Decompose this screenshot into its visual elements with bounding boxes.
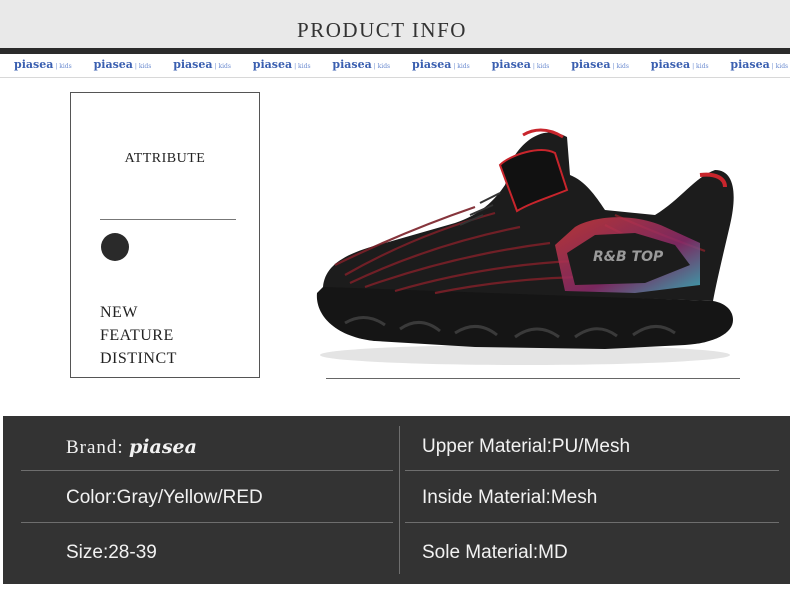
- spec-row-divider-left: [21, 470, 393, 471]
- brand-logo-text: piasea: [412, 58, 452, 71]
- spec-inside-material: Inside Material:Mesh: [422, 487, 598, 508]
- brand-logo-text: piasea: [252, 58, 293, 71]
- brand-logo-text: piasea: [730, 58, 770, 71]
- sneaker-print-text: R&B TOP: [593, 249, 664, 265]
- brand-logo-repeat: piasea | kids: [730, 58, 788, 71]
- brand-logo-repeat: piasea | kids: [651, 58, 709, 71]
- attribute-label: ATTRIBUTE: [124, 151, 206, 166]
- brand-logo-repeat: piasea | kids: [332, 58, 390, 71]
- header-band: PRODUCT INFO: [0, 0, 790, 48]
- brand-logo: piasea: [129, 436, 197, 458]
- brand-logo-suffix: | kids: [692, 63, 709, 70]
- spec-row-divider-left-2: [21, 522, 393, 523]
- brand-logo-suffix: | kids: [771, 63, 789, 70]
- spec-column-divider: [399, 426, 400, 574]
- feature-feature: FEATURE: [100, 327, 174, 344]
- brand-logo-text: piasea: [93, 58, 133, 71]
- feature-new: NEW: [100, 304, 138, 321]
- attribute-divider: [100, 219, 236, 220]
- spec-table: Brand: piasea Color:Gray/Yellow/RED Size…: [3, 416, 790, 584]
- brand-logo-suffix: | kids: [55, 63, 72, 70]
- spec-row-divider-right-2: [405, 522, 779, 523]
- brand-logo-text: piasea: [14, 58, 54, 71]
- brand-logo-suffix: | kids: [532, 63, 550, 70]
- brand-logo-suffix: | kids: [214, 63, 231, 70]
- brand-logo-repeat: piasea | kids: [94, 58, 152, 71]
- brand-logo-repeat: piasea | kids: [571, 58, 629, 71]
- brand-logo-text: piasea: [571, 58, 611, 71]
- brand-logo-repeat: piasea | kids: [173, 58, 231, 71]
- header-divider-bar: [0, 48, 790, 54]
- brand-logo-repeat: piasea | kids: [14, 58, 72, 71]
- feature-list: NEW FEATURE DISTINCT: [100, 301, 177, 370]
- brand-logo-suffix: | kids: [134, 63, 152, 70]
- brand-logo-text: piasea: [491, 58, 531, 71]
- bullet-dot-icon: [101, 233, 129, 261]
- brand-logo-suffix: | kids: [373, 63, 391, 70]
- product-sneaker-image: R&B TOP: [316, 128, 734, 365]
- spec-color: Color:Gray/Yellow/RED: [66, 487, 263, 508]
- brand-logo-suffix: | kids: [453, 63, 470, 70]
- attribute-card: ATTRIBUTE NEW FEATURE DISTINCT: [70, 92, 260, 378]
- feature-distinct: DISTINCT: [100, 350, 177, 367]
- brand-logo-repeat: piasea | kids: [412, 58, 470, 71]
- brand-label: Brand:: [66, 437, 124, 458]
- brand-logo-suffix: | kids: [612, 63, 629, 70]
- brand-logo-text: piasea: [173, 58, 213, 71]
- spec-upper-material: Upper Material:PU/Mesh: [422, 436, 631, 457]
- page-title: PRODUCT INFO: [297, 18, 467, 42]
- spec-brand: Brand: piasea: [66, 436, 197, 459]
- brand-logo-repeat: piasea | kids: [492, 58, 550, 71]
- brand-logo-suffix: | kids: [294, 63, 311, 70]
- spec-sole-material: Sole Material:MD: [422, 542, 568, 563]
- spec-row-divider-right: [405, 470, 779, 471]
- brand-logo-text: piasea: [332, 58, 372, 71]
- strip-divider: [0, 77, 790, 78]
- image-baseline-rule: [326, 378, 740, 379]
- spec-size: Size:28-39: [66, 542, 157, 563]
- brand-logo-repeat: piasea | kids: [253, 58, 311, 71]
- brand-logo-strip: piasea | kids piasea | kids piasea | kids pias…: [0, 56, 790, 76]
- brand-logo-text: piasea: [650, 58, 691, 71]
